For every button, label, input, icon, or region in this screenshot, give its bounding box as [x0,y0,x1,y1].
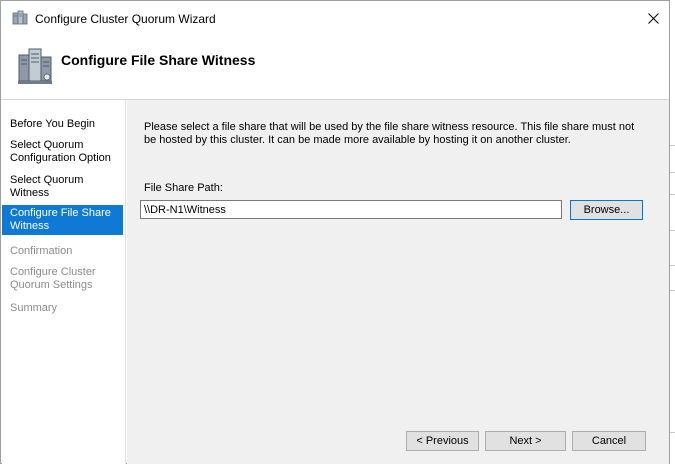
wizard-header: Configure File Share Witness [1,35,669,99]
file-share-path-label: File Share Path: [144,182,223,194]
title-bar: Configure Cluster Quorum Wizard [1,1,669,35]
cluster-icon [12,10,28,25]
sidebar-item-select-quorum-configuration[interactable]: Select Quorum Configuration Option [2,137,123,167]
sidebar-item-summary: Summary [10,302,58,314]
close-icon [647,12,659,24]
wizard-window: Configure Cluster Quorum Wizard Configur… [0,0,670,464]
next-button[interactable]: Next > [485,431,566,451]
close-button[interactable] [638,5,668,31]
window-title: Configure Cluster Quorum Wizard [35,12,216,26]
file-share-path-input[interactable] [140,200,562,219]
browse-button[interactable]: Browse... [570,200,643,220]
previous-button[interactable]: < Previous [406,431,479,451]
cluster-servers-icon [18,48,52,84]
instructions-text: Please select a file share that will be … [144,121,635,146]
background-window-edge [670,0,675,466]
sidebar-item-confirmation: Confirmation [10,245,73,257]
wizard-content: Please select a file share that will be … [127,100,669,464]
page-title: Configure File Share Witness [61,52,256,68]
sidebar-item-before-you-begin[interactable]: Before You Begin [2,116,123,133]
sidebar-item-configure-cluster-quorum-settings: Configure Cluster Quorum Settings [10,266,96,291]
sidebar-item-configure-file-share-witness[interactable]: Configure File Share Witness [2,205,123,235]
cancel-button[interactable]: Cancel [572,431,646,451]
sidebar-item-select-quorum-witness[interactable]: Select Quorum Witness [2,172,123,202]
wizard-steps-sidebar: Before You Begin Select Quorum Configura… [2,100,126,464]
